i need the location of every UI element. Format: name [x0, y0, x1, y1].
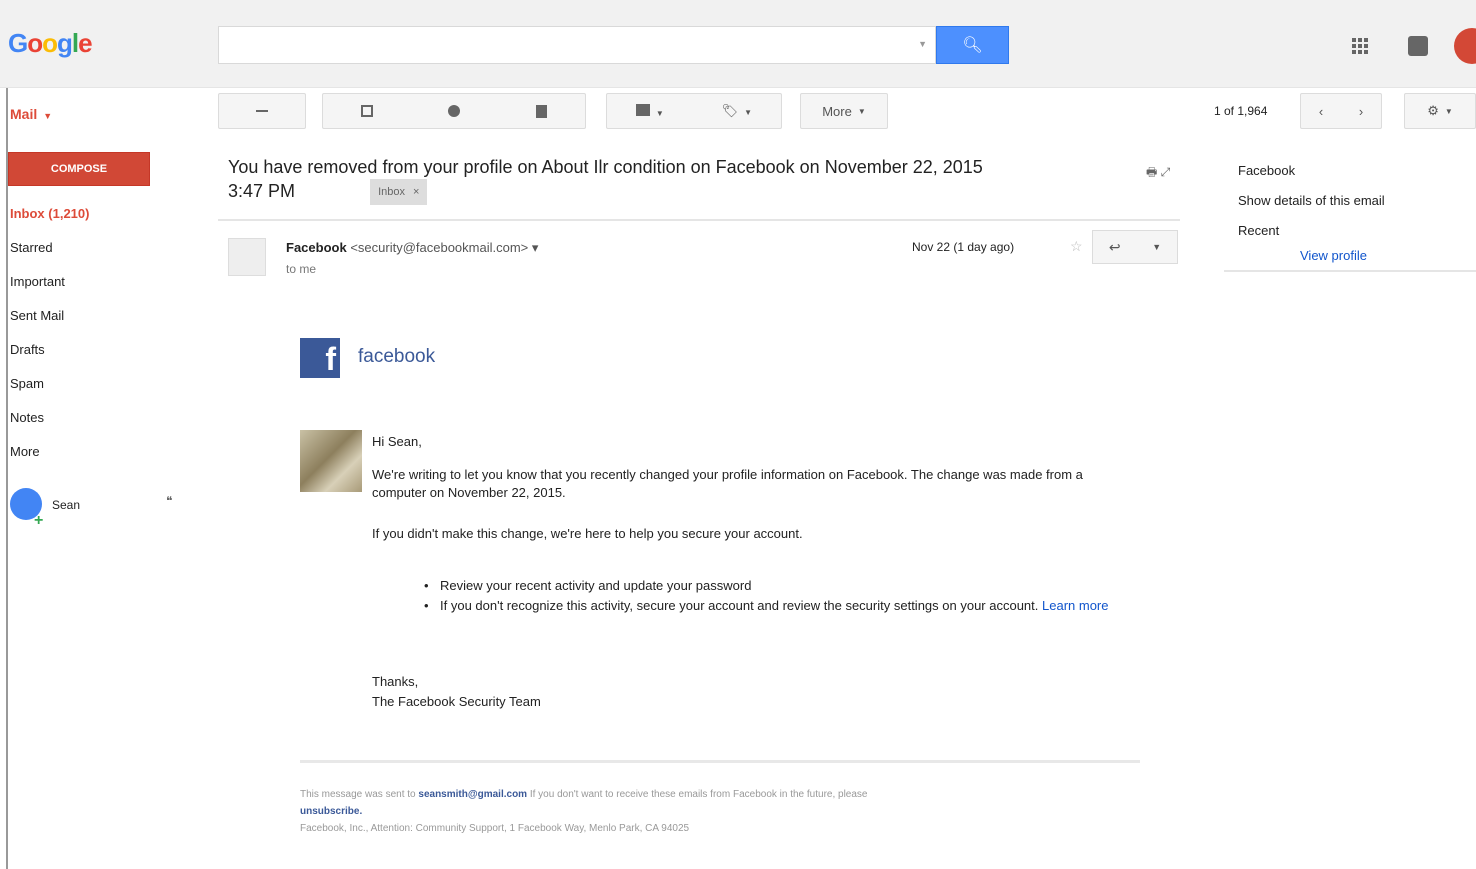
message-subject: You have removed from your profile on Ab… — [228, 155, 1178, 206]
account-avatar[interactable] — [1454, 28, 1476, 64]
report-spam-icon[interactable] — [448, 105, 461, 117]
apps-grid-icon[interactable] — [1352, 38, 1368, 54]
search-options-caret-icon[interactable]: ▼ — [918, 39, 927, 49]
message-actions-group — [322, 93, 586, 129]
subject-text: You have removed from your profile on Ab… — [228, 157, 983, 177]
greeting: Hi Sean, — [372, 434, 422, 449]
view-profile-link[interactable]: View profile — [1300, 248, 1367, 263]
body-paragraph-2: If you didn't make this change, we're he… — [372, 526, 803, 541]
add-hangout-icon[interactable]: + — [34, 512, 43, 530]
window-edge — [6, 0, 8, 869]
print-icon[interactable]: 🖶︎ ⤢ — [1146, 163, 1170, 184]
pager-count: 1 of 1,964 — [1214, 104, 1268, 118]
contact-name: Facebook — [1238, 163, 1296, 178]
contact-detail: Show details of this email — [1238, 193, 1385, 208]
move-label-group: ▼ 🏷︎ ▼ — [606, 93, 782, 129]
more-button[interactable]: More ▼ — [800, 93, 888, 129]
unsubscribe-caret-icon[interactable]: ▾ — [532, 240, 539, 255]
facebook-wordmark[interactable]: facebook — [358, 346, 435, 368]
notifications-icon[interactable] — [1408, 36, 1428, 56]
labels-button[interactable]: 🏷︎ ▼ — [722, 103, 752, 119]
folder-icon — [635, 103, 650, 116]
google-logo[interactable]: Google — [8, 28, 93, 59]
chevron-down-icon: ▼ — [655, 108, 664, 118]
contact-recent: Recent — [1238, 223, 1280, 238]
sidebar-item-important[interactable]: Important — [10, 274, 65, 289]
sender-name: Facebook — [286, 240, 347, 255]
more-label: More — [822, 103, 852, 119]
inbox-label-chip[interactable]: Inbox × — [370, 179, 428, 206]
body-divider — [300, 760, 1140, 763]
settings-button[interactable]: ⚙ ▼ — [1404, 93, 1476, 129]
pager-nav: ‹ › — [1300, 93, 1382, 129]
search-box[interactable]: ▼ — [218, 26, 936, 64]
delete-icon[interactable] — [536, 104, 548, 118]
chip-label: Inbox — [378, 186, 405, 199]
sidebar-item-starred[interactable]: Starred — [10, 240, 53, 255]
subject-time: 3:47 PM — [228, 181, 296, 201]
gear-icon: ⚙ — [1427, 103, 1439, 118]
sidebar-item-drafts[interactable]: Drafts — [10, 342, 45, 357]
body-paragraph-1: We're writing to let you know that you r… — [372, 467, 1083, 500]
reply-icon: ↩ — [1108, 238, 1121, 255]
list-item: Review your recent activity and update y… — [424, 576, 1134, 596]
archive-icon[interactable] — [360, 105, 373, 117]
top-bar: Google ▼ 🔍︎ — [0, 0, 1476, 88]
hangouts-user-name: Sean — [52, 498, 81, 512]
sender: Facebook <security@facebookmail.com> ▾ — [286, 240, 538, 256]
chevron-down-icon: ▼ — [744, 108, 753, 117]
label-tag-icon: 🏷︎ — [721, 103, 739, 118]
signoff: Thanks, The Facebook Security Team — [372, 674, 541, 709]
search-input[interactable] — [219, 27, 935, 63]
header-divider — [218, 219, 1180, 221]
chevron-down-icon: ▼ — [43, 111, 53, 121]
newer-chevron-left-icon[interactable]: ‹ — [1319, 104, 1323, 119]
list-item: If you don't recognize this activity, se… — [424, 596, 1134, 616]
recipient-email-link[interactable]: seansmith@gmail.com — [418, 789, 527, 800]
recipient-line[interactable]: to me — [286, 262, 316, 276]
compose-button[interactable]: COMPOSE — [8, 152, 150, 186]
right-panel-divider — [1224, 270, 1476, 272]
profile-thumbnail — [300, 430, 362, 492]
sender-avatar — [228, 238, 266, 276]
sidebar-item-notes[interactable]: Notes — [10, 410, 44, 425]
sidebar-item-inbox[interactable]: Inbox (1,210) — [10, 206, 89, 221]
mail-label: Mail — [10, 106, 38, 122]
reply-button[interactable]: ↩ ▼ — [1092, 230, 1178, 264]
new-hangout-icon[interactable]: ❝ — [166, 494, 172, 508]
remove-label-icon[interactable]: × — [413, 186, 419, 198]
email-footer: This message was sent to seansmith@gmail… — [300, 789, 868, 834]
chevron-down-icon: ▼ — [857, 106, 866, 116]
sender-address: <security@facebookmail.com> — [350, 240, 529, 255]
more-actions-caret-icon[interactable]: ▼ — [1152, 242, 1161, 252]
search-icon: 🔍︎ — [962, 37, 983, 54]
sidebar-item-sent[interactable]: Sent Mail — [10, 308, 64, 323]
mail-switcher[interactable]: Mail ▼ — [10, 106, 52, 122]
back-button[interactable] — [218, 93, 306, 129]
facebook-logo-icon: f — [300, 338, 340, 378]
star-icon[interactable]: ☆ — [1070, 238, 1083, 255]
move-to-button[interactable]: ▼ — [635, 103, 664, 119]
older-chevron-right-icon[interactable]: › — [1359, 104, 1363, 119]
sidebar-item-more[interactable]: More — [10, 444, 40, 459]
unsubscribe-link[interactable]: unsubscribe. — [300, 806, 362, 817]
sidebar-item-spam[interactable]: Spam — [10, 376, 44, 391]
message-date: Nov 22 (1 day ago) — [912, 240, 1015, 254]
contact-panel: Facebook Show details of this email Rece… — [1238, 156, 1468, 246]
chevron-down-icon: ▼ — [1444, 106, 1453, 116]
search-button[interactable]: 🔍︎ — [936, 26, 1009, 64]
learn-more-link[interactable]: Learn more — [1042, 598, 1108, 613]
back-arrow-icon — [256, 110, 268, 112]
action-list: Review your recent activity and update y… — [424, 576, 1134, 616]
